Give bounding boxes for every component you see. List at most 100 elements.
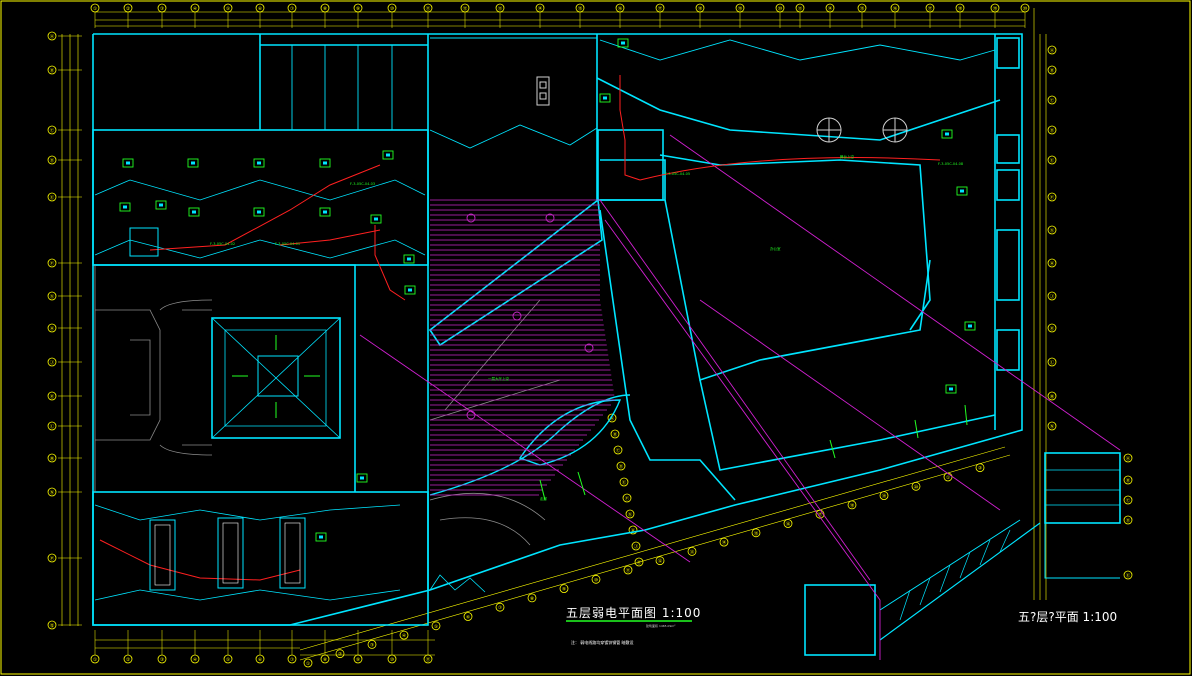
grid-bubble-top: ④ [190,3,200,13]
grid-bubble-right: Ⓓ [1047,125,1057,135]
svg-text:⑫: ⑫ [658,558,663,565]
svg-text:③: ③ [370,642,374,648]
svg-text:Ⓜ: Ⓜ [50,455,55,462]
svg-text:⑳: ⑳ [778,5,783,12]
grid-bubble-diagonal: Ⓙ [631,541,641,551]
drawing-footnote: 注： 弱电线路均穿镀锌钢管 暗敷设 [571,640,634,645]
svg-text:⑱: ⑱ [698,5,703,12]
floor-plan-svg: ① ② ③ ④ ⑤ ⑥ ⑦ ⑧ ⑨ ⑩ ⑪ ⑫ ⑬ ⑭ ⑮ ⑯ ⑰ ⑱ ⑲ ⑳ ⑬ ⑭ ⑮ ⑯ ⑰ ⑱ ⑲ ⑳ Ⓐ Ⓑ Ⓒ Ⓓ Ⓔ Ⓕ Ⓖ Ⓗ Ⓙ Ⓚ Ⓛ… [0,0,1191,675]
grid-bubble-bottom: ⑩ [387,654,397,664]
elevator-shafts [129,227,306,591]
grid-bubble-right: Ⓗ [1047,258,1057,268]
grid-bubble-diagonal: ⑥ [463,612,473,621]
svg-text:⑯: ⑯ [618,5,623,12]
svg-text:⑮: ⑮ [578,5,583,12]
svg-text:⑮: ⑮ [754,530,759,537]
svg-text:⑥: ⑥ [466,615,470,621]
grid-bubble-bottom: ⑦ [287,654,297,664]
svg-text:Ⓕ: Ⓕ [50,260,55,267]
svg-text:⑲: ⑲ [738,5,743,12]
grid-bubble-top: ⑮ [857,3,867,13]
left-dimension-chain [61,34,79,626]
device-core [949,387,953,391]
svg-text:⑬: ⑬ [798,5,803,12]
grid-bubble-left: Ⓝ [47,487,57,497]
grid-bubble-left: Ⓗ [47,323,57,333]
svg-text:⑭: ⑭ [722,539,727,546]
svg-text:④: ④ [193,657,197,663]
svg-text:⑨: ⑨ [356,6,360,12]
svg-text:⑪: ⑪ [426,5,431,12]
grid-bubble-top: ⑲ [990,3,1000,13]
svg-text:Ⓟ: Ⓟ [50,555,55,562]
grid-bubble-diagonal: ④ [399,630,409,640]
svg-text:⑲: ⑲ [882,493,887,500]
svg-text:Ⓛ: Ⓛ [50,423,55,430]
grid-bubble-right: Ⓓ [1123,515,1133,525]
device-core [386,153,390,157]
grid-bubble-right: Ⓜ [1047,391,1057,401]
grid-bubble-bottom: ② [123,654,133,664]
svg-text:⑨: ⑨ [562,587,566,593]
svg-text:Ⓑ: Ⓑ [1050,67,1055,74]
device-label-3: F-3-05C-04-01 [275,242,300,246]
svg-text:Ⓔ: Ⓔ [622,479,627,486]
grid-bubble-bottom: ⑨ [353,654,363,664]
grid-bubble-top: ⑬ [795,3,805,13]
svg-text:⑩: ⑩ [594,577,598,583]
grid-bubble-diagonal: ⑬ [687,547,697,556]
svg-text:②: ② [978,466,982,472]
svg-text:⑤: ⑤ [226,6,230,12]
grid-bubble-top: ⑨ [353,3,363,13]
grid-bubble-right: Ⓔ [1047,155,1057,165]
grid-bubble-left: Ⓚ [47,391,57,401]
grid-bubble-top: ⑫ [460,3,470,13]
svg-text:Ⓓ: Ⓓ [1126,517,1131,524]
grid-bubble-left: Ⓒ [47,125,57,135]
grid-bubble-diagonal: Ⓒ [613,445,623,455]
svg-text:Ⓚ: Ⓚ [637,559,642,566]
grid-bubble-diagonal: ③ [367,640,377,649]
svg-text:⑦: ⑦ [498,605,502,611]
grid-bubble-bottom: ③ [157,654,167,664]
device-core [319,535,323,539]
device-core [603,96,607,100]
device-label-1: F-3-05C-04-03 [350,182,375,186]
svg-text:⑳: ⑳ [914,483,919,490]
annotation-texts: F-3-05C-04-03 F-3-05C-04-02 F-3-05C-04-0… [210,154,963,501]
svg-text:①: ① [946,475,950,481]
svg-text:⑬: ⑬ [690,548,695,555]
svg-text:⑥: ⑥ [258,657,262,663]
svg-text:Ⓖ: Ⓖ [628,511,633,518]
room-label-corridor: 走廊 [540,496,548,501]
diagonal-grid-bubbles: ①②③④⑤⑥⑦⑧⑨⑩⑪⑫⑬⑭⑮⑯⑰⑱⑲⑳①②ⒶⒷⒸⒹⒺⒻⒼⒽⒿⓀ [303,413,985,668]
grid-bubble-top: ⑪ [423,3,433,13]
grid-bubble-left: Ⓠ [47,620,57,630]
device-core [191,161,195,165]
svg-text:⑤: ⑤ [434,624,438,630]
grid-bubble-right: Ⓐ [1047,45,1057,55]
bottom-dimension-chain [95,639,435,656]
room-label-office: 办公室 [770,246,781,251]
grid-bubble-diagonal: ⑧ [527,593,537,603]
svg-text:Ⓖ: Ⓖ [50,293,55,300]
device-core [408,288,412,292]
svg-text:Ⓚ: Ⓚ [1050,325,1055,332]
grid-bubble-diagonal: ⑯ [783,519,793,528]
device-core [257,161,261,165]
grid-bubble-top: ⑭ [535,3,545,13]
svg-text:②: ② [126,657,130,663]
svg-text:Ⓝ: Ⓝ [50,489,55,496]
svg-text:Ⓑ: Ⓑ [613,431,618,438]
grid-bubble-top: ① [90,3,100,13]
device-core [621,41,625,45]
svg-text:⑰: ⑰ [928,5,933,12]
grid-bubble-top: ⑧ [320,3,330,13]
svg-text:⑪: ⑪ [426,656,431,663]
grid-bubble-right: Ⓖ [1047,225,1057,235]
grid-bubble-top: ⑱ [955,3,965,13]
grid-bubble-top: ⑲ [735,3,745,13]
exhaust-fans [536,76,908,143]
grid-bubble-top: ⑱ [695,3,705,13]
svg-text:Ⓐ: Ⓐ [1050,47,1055,54]
